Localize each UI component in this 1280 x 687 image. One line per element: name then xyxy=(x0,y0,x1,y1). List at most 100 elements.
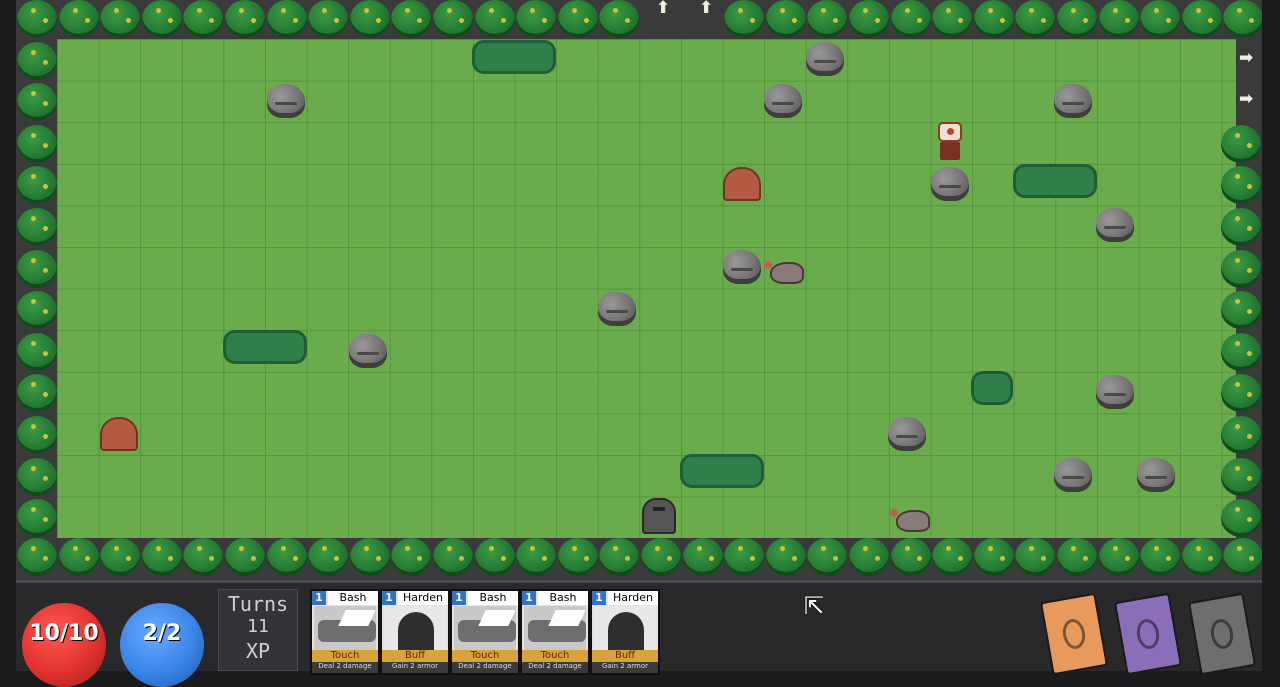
tree-obstacle xyxy=(349,0,390,38)
card-type: Buff xyxy=(382,650,448,662)
health-orb: 10/10 xyxy=(22,603,106,687)
tree-obstacle xyxy=(349,538,390,576)
bush-obstacle xyxy=(971,371,1013,405)
tree-obstacle xyxy=(557,538,598,576)
card-type: Touch xyxy=(312,650,378,662)
stump-obstacle xyxy=(100,417,138,451)
tree-obstacle xyxy=(308,0,349,38)
tree-obstacle xyxy=(1221,166,1261,205)
tree-obstacle xyxy=(225,0,265,38)
card-cost: 1 xyxy=(382,591,396,605)
card-art xyxy=(594,606,656,650)
up-arrow-icon[interactable]: ⬆ xyxy=(699,0,713,17)
tree-obstacle xyxy=(17,124,57,163)
card-desc: Deal 2 damage xyxy=(312,662,378,673)
card-name: Bash xyxy=(538,591,588,605)
tree-obstacle xyxy=(890,538,931,576)
rock-obstacle xyxy=(349,334,387,368)
card-harden[interactable]: 1 Harden Buff Gain 2 armor xyxy=(380,589,450,675)
card-bash[interactable]: 1 Bash Touch Deal 2 damage xyxy=(310,589,380,675)
turns-value: 11 xyxy=(247,616,269,637)
tree-obstacle xyxy=(17,538,57,576)
tree-obstacle xyxy=(100,538,141,576)
tree-obstacle xyxy=(391,538,432,576)
card-art xyxy=(314,606,376,650)
card-bash[interactable]: 1 Bash Touch Deal 2 damage xyxy=(450,589,520,675)
rock-obstacle xyxy=(267,84,305,118)
tree-obstacle xyxy=(474,538,515,576)
card-cost: 1 xyxy=(592,591,606,605)
xp-label: XP xyxy=(245,639,271,663)
rat-enemy xyxy=(764,261,804,284)
up-arrow-icon[interactable]: ⬆ xyxy=(656,0,670,17)
card-desc: Gain 2 armor xyxy=(382,662,448,673)
tree-obstacle xyxy=(17,416,57,454)
tree-obstacle xyxy=(391,0,432,38)
tree-obstacle xyxy=(266,0,307,38)
deck-emblem-icon xyxy=(1134,617,1162,651)
tree-obstacle xyxy=(433,0,473,38)
card-desc: Gain 2 armor xyxy=(592,662,658,673)
right-arrow-icon[interactable]: ➡ xyxy=(1239,50,1253,67)
tree-obstacle xyxy=(1057,0,1097,38)
tree-obstacle xyxy=(1223,538,1262,576)
tree-obstacle xyxy=(17,166,57,205)
rock-obstacle xyxy=(764,84,802,118)
totem-base xyxy=(940,142,960,160)
rock-obstacle xyxy=(806,42,844,76)
tree-obstacle xyxy=(849,0,889,38)
rock-obstacle xyxy=(1137,458,1175,492)
tree-obstacle xyxy=(807,538,848,576)
rock-obstacle xyxy=(1054,84,1092,118)
tree-obstacle xyxy=(1015,538,1056,576)
rock-obstacle xyxy=(723,250,761,284)
rock-obstacle xyxy=(1054,458,1092,492)
tree-obstacle xyxy=(599,0,640,38)
bush-obstacle xyxy=(472,40,556,74)
exhaust-pile[interactable] xyxy=(1188,592,1256,676)
deck-emblem-icon xyxy=(1060,617,1088,651)
deck-emblem-icon xyxy=(1208,617,1236,651)
tree-obstacle xyxy=(1098,538,1139,576)
tree-obstacle xyxy=(1181,538,1222,576)
turns-label: Turns xyxy=(227,592,289,616)
tree-obstacle xyxy=(765,538,806,576)
tree-obstacle xyxy=(890,0,931,38)
tree-obstacle xyxy=(17,249,57,288)
tree-obstacle xyxy=(724,538,765,576)
tree-obstacle xyxy=(557,0,598,38)
tree-obstacle xyxy=(1015,0,1056,38)
tree-obstacle xyxy=(1221,249,1261,288)
tree-obstacle xyxy=(1221,499,1261,538)
card-name: Bash xyxy=(328,591,378,605)
tree-obstacle xyxy=(17,208,57,246)
tree-obstacle xyxy=(58,538,99,576)
rat-enemy xyxy=(890,509,930,532)
tree-obstacle xyxy=(682,538,723,576)
tree-obstacle xyxy=(516,0,557,38)
tree-obstacle xyxy=(58,0,99,38)
tree-obstacle xyxy=(183,538,224,576)
tree-obstacle xyxy=(183,0,224,38)
tree-obstacle xyxy=(1221,208,1261,246)
rock-obstacle xyxy=(1096,375,1134,409)
card-type: Touch xyxy=(452,650,518,662)
tree-obstacle xyxy=(1221,416,1261,454)
card-bash[interactable]: 1 Bash Touch Deal 2 damage xyxy=(520,589,590,675)
card-cost: 1 xyxy=(312,591,326,605)
card-cost: 1 xyxy=(522,591,536,605)
tree-obstacle xyxy=(1221,457,1261,496)
tree-obstacle xyxy=(1057,538,1097,576)
tree-obstacle xyxy=(433,538,473,576)
draw-pile[interactable] xyxy=(1040,592,1108,676)
tree-obstacle xyxy=(1221,124,1261,163)
discard-pile[interactable] xyxy=(1114,592,1182,676)
card-name: Harden xyxy=(398,591,448,605)
tree-obstacle xyxy=(807,0,848,38)
right-arrow-icon[interactable]: ➡ xyxy=(1239,91,1253,108)
card-name: Harden xyxy=(608,591,658,605)
tree-obstacle xyxy=(932,538,973,576)
card-harden[interactable]: 1 Harden Buff Gain 2 armor xyxy=(590,589,660,675)
game-board: ⬆ ⬆ ➡ ➡ xyxy=(16,0,1262,580)
tree-obstacle xyxy=(1221,374,1261,413)
